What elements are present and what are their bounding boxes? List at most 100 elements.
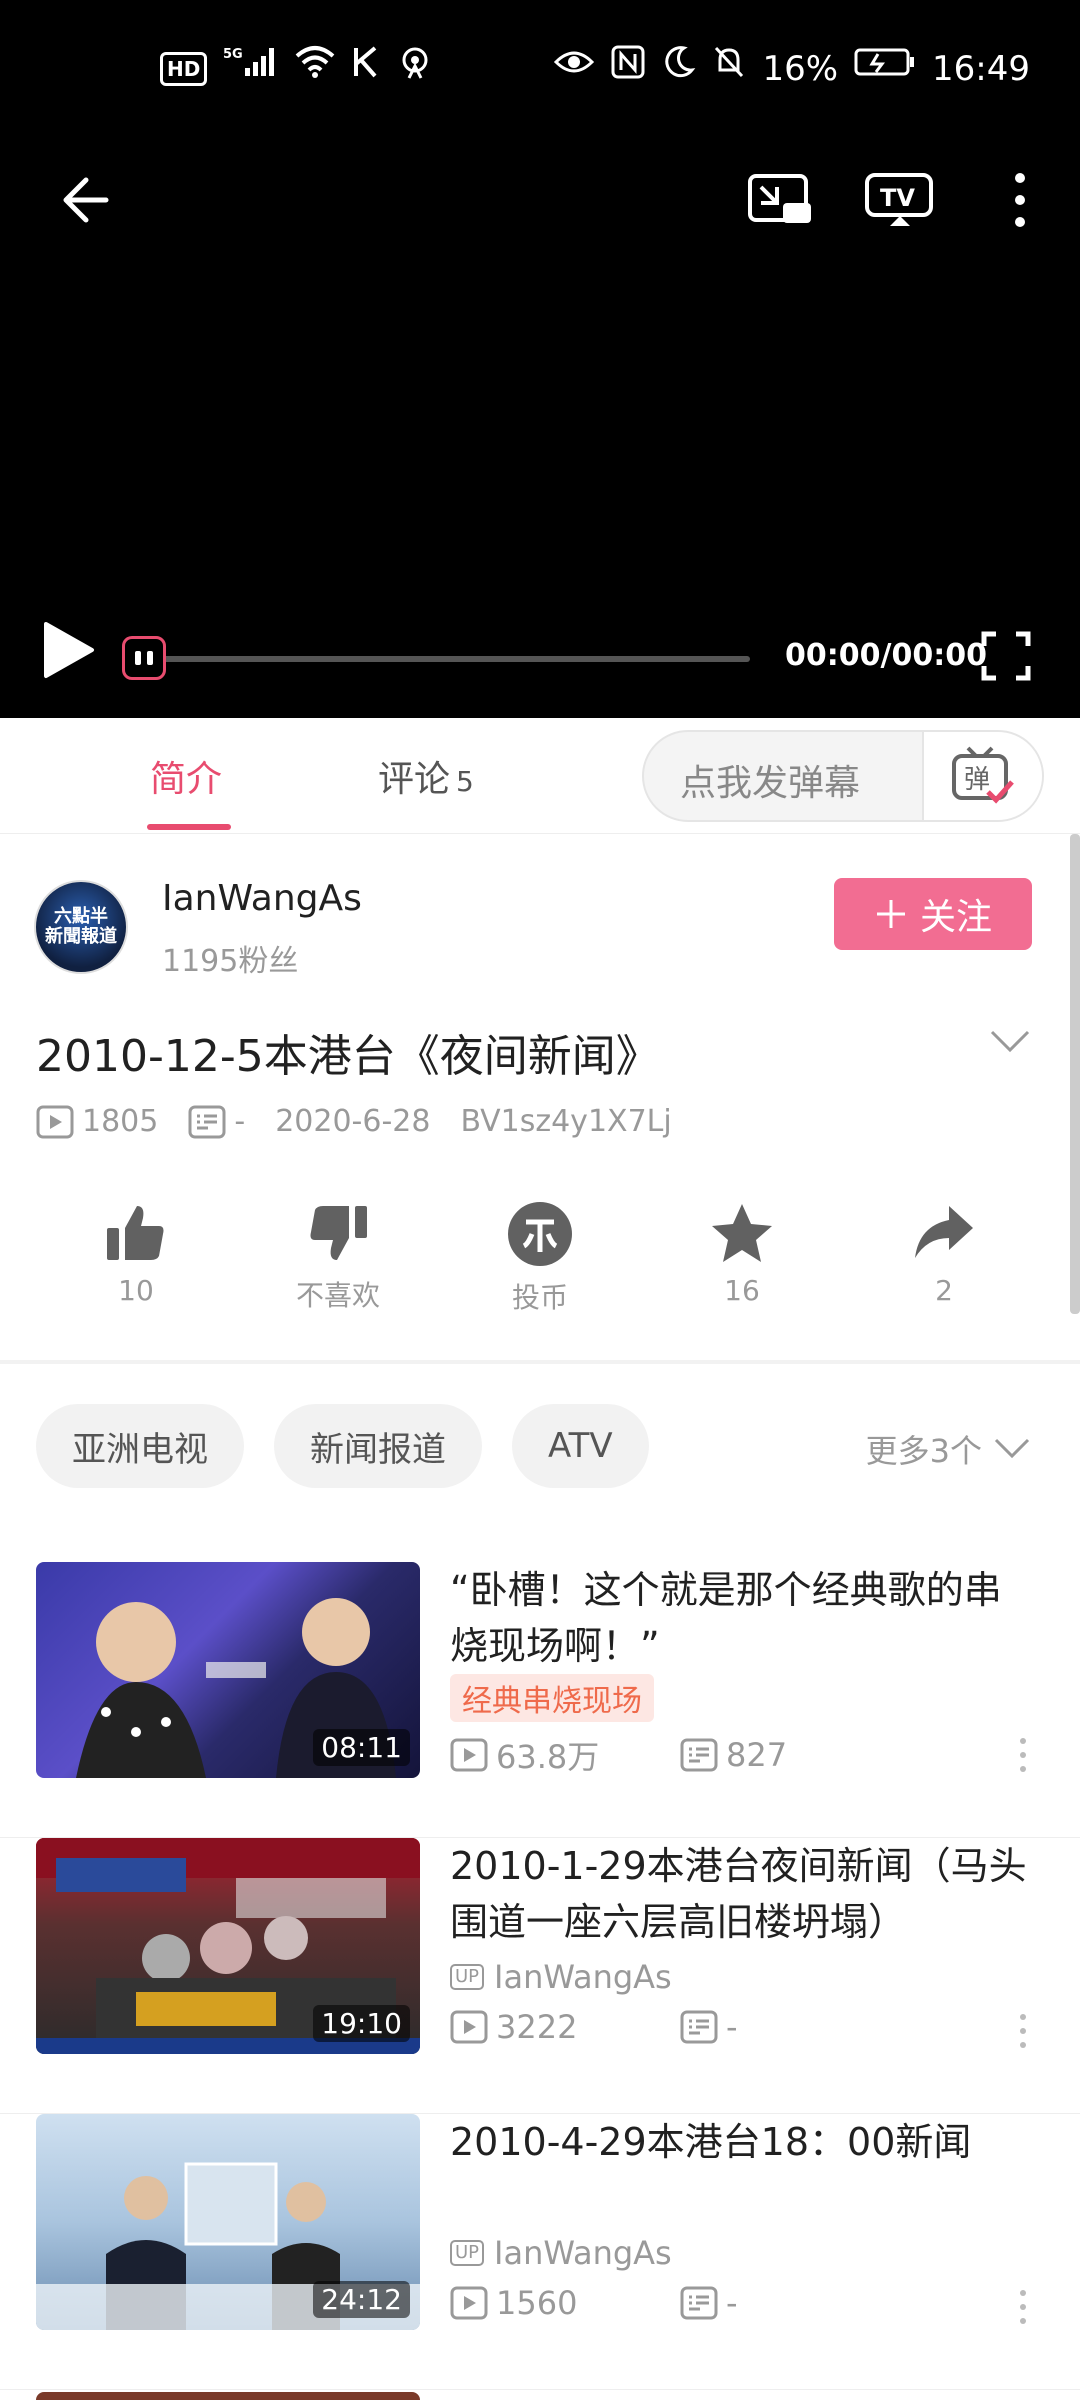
tag-chip[interactable]: ATV [512, 1404, 649, 1488]
video-player[interactable]: HD 5G 16% 16:49 TV 00:00/00:00 [0, 0, 1080, 718]
danmaku-input[interactable]: 点我发弹幕 弹 [642, 730, 1044, 822]
rec-owner-name: IanWangAs [494, 2234, 672, 2272]
cast-tv-button[interactable]: TV [860, 160, 940, 240]
danmaku-count-value: - [234, 1104, 246, 1139]
follow-button[interactable]: 关注 [834, 878, 1032, 950]
dislike-button[interactable]: 不喜欢 [268, 1200, 408, 1314]
uploader-section: 六點半 新聞報道 IanWangAs 1195粉丝 关注 [0, 834, 1080, 984]
view-count-value: 1805 [82, 1104, 159, 1139]
duration: 24:12 [313, 2281, 410, 2318]
tab-indicator [147, 824, 231, 830]
video-meta: 1805 - 2020-6-28 BV1sz4y1X7Lj [36, 1104, 702, 1139]
view-count: 1805 [36, 1104, 158, 1139]
progress-bar[interactable] [150, 656, 750, 662]
pip-icon [748, 174, 811, 223]
section-divider [0, 1360, 1080, 1364]
tab-comments-label: 评论 [378, 759, 451, 800]
share-count: 2 [935, 1274, 953, 1307]
tab-bar: 简介 评论 5 点我发弹幕 弹 [0, 718, 1080, 834]
danmaku-icon: 弹 [952, 746, 1014, 804]
back-button[interactable] [44, 160, 124, 240]
video-thumbnail[interactable]: 08:11 [36, 1562, 420, 1778]
rec-danmaku: - [680, 2284, 910, 2322]
list-item[interactable]: 19:10 2010-1-29本港台夜间新闻（马头围道一座六层高旧楼坍塌） UP… [0, 1838, 1080, 2114]
danmaku-count-icon [680, 1738, 718, 1772]
thumbs-down-icon [310, 1206, 367, 1260]
back-arrow-icon [63, 177, 109, 223]
tag-chip[interactable]: 亚洲电视 [36, 1404, 244, 1488]
moon-icon [662, 44, 696, 93]
svg-text:弹: 弹 [964, 765, 990, 795]
rec-stats: 63.8万 827 [450, 1732, 910, 1778]
follow-label: 关注 [919, 897, 992, 938]
danmaku-count-icon [680, 2010, 718, 2044]
play-count-icon [450, 1738, 488, 1772]
rec-views-value: 63.8万 [496, 1738, 600, 1776]
wifi-icon [295, 44, 335, 93]
rec-owner[interactable]: UP IanWangAs [450, 1958, 672, 1996]
rec-stats: 3222 - [450, 2008, 910, 2046]
danmaku-count: - [188, 1104, 245, 1139]
more-tags-button[interactable]: 更多3个 [866, 1426, 1030, 1472]
fullscreen-icon [981, 631, 1031, 681]
coin-button[interactable]: 投币 [470, 1200, 610, 1316]
danmaku-placeholder: 点我发弹幕 [680, 763, 861, 804]
mini-window-button[interactable] [740, 160, 820, 240]
rec-views: 1560 [450, 2284, 680, 2322]
svg-text:5G: 5G [223, 47, 243, 62]
hd-icon: HD [160, 51, 208, 86]
rec-title[interactable]: 2010-4-29本港台18：00新闻 [450, 2114, 1030, 2170]
rec-danmaku-value: - [726, 2284, 738, 2322]
tag-chip[interactable]: 新闻报道 [274, 1404, 482, 1488]
expand-description-button[interactable] [990, 1030, 1030, 1058]
rec-title[interactable]: 2010-1-29本港台夜间新闻（马头围道一座六层高旧楼坍塌） [450, 1838, 1030, 1950]
rec-views: 63.8万 [450, 1732, 680, 1778]
rec-views: 3222 [450, 2008, 680, 2046]
more-vertical-icon[interactable] [1020, 2014, 1026, 2048]
danmaku-count-icon [680, 2286, 718, 2320]
thumbs-up-icon [107, 1206, 164, 1260]
battery-percent: 16% [762, 48, 839, 89]
more-vertical-icon[interactable] [1020, 1738, 1026, 1772]
fans-count: 1195粉丝 [162, 944, 299, 979]
tab-intro[interactable]: 简介 [150, 750, 222, 802]
more-tags-label: 更多3个 [865, 1432, 982, 1470]
avatar-text: 六點半 新聞報道 [45, 906, 117, 947]
bvid: BV1sz4y1X7Lj [460, 1104, 672, 1139]
like-button[interactable]: 10 [66, 1200, 206, 1307]
tab-comments[interactable]: 评论 5 [378, 750, 474, 802]
list-item[interactable]: 24:12 2010-4-29本港台18：00新闻 UP IanWangAs 1… [0, 2114, 1080, 2390]
nfc-icon [610, 44, 646, 93]
rec-danmaku-value: - [726, 2008, 738, 2046]
rec-owner[interactable]: UP IanWangAs [450, 2234, 672, 2272]
more-options-button[interactable] [980, 160, 1060, 240]
duration: 19:10 [313, 2005, 410, 2042]
tv-cast-icon: TV [865, 173, 933, 226]
danmaku-toggle-button[interactable]: 弹 [922, 732, 1042, 820]
rec-title[interactable]: “卧槽！这个就是那个经典歌的串烧现场啊！” [450, 1562, 1030, 1674]
rec-danmaku: 827 [680, 1736, 910, 1774]
video-thumbnail[interactable]: 19:10 [36, 1838, 420, 2054]
favorite-button[interactable]: 16 [672, 1200, 812, 1307]
play-button[interactable] [40, 620, 96, 700]
rec-danmaku-value: 827 [726, 1736, 788, 1774]
play-count-icon [450, 2286, 488, 2320]
rec-views-value: 1560 [496, 2284, 578, 2322]
coin-label: 投币 [511, 1281, 568, 1314]
list-item[interactable]: 08:11 “卧槽！这个就是那个经典歌的串烧现场啊！” 经典串烧现场 63.8万… [0, 1562, 1080, 1838]
rec-badge: 经典串烧现场 [450, 1674, 654, 1722]
share-button[interactable]: 2 [874, 1200, 1014, 1307]
danmaku-count-icon [188, 1105, 226, 1138]
k-icon [351, 44, 381, 93]
uploader-name[interactable]: IanWangAs [162, 878, 362, 919]
progress-thumb[interactable] [122, 636, 166, 680]
video-title: 2010-12-5本港台《夜间新闻》 [36, 1031, 660, 1082]
more-vertical-icon[interactable] [1020, 2290, 1026, 2324]
time-display: 00:00/00:00 [785, 638, 987, 673]
fullscreen-button[interactable] [980, 630, 1032, 710]
rec-views-value: 3222 [496, 2008, 578, 2046]
hotspot-icon [397, 44, 433, 93]
eye-icon [554, 44, 595, 93]
avatar[interactable]: 六點半 新聞報道 [34, 880, 128, 974]
video-thumbnail[interactable]: 24:12 [36, 2114, 420, 2330]
